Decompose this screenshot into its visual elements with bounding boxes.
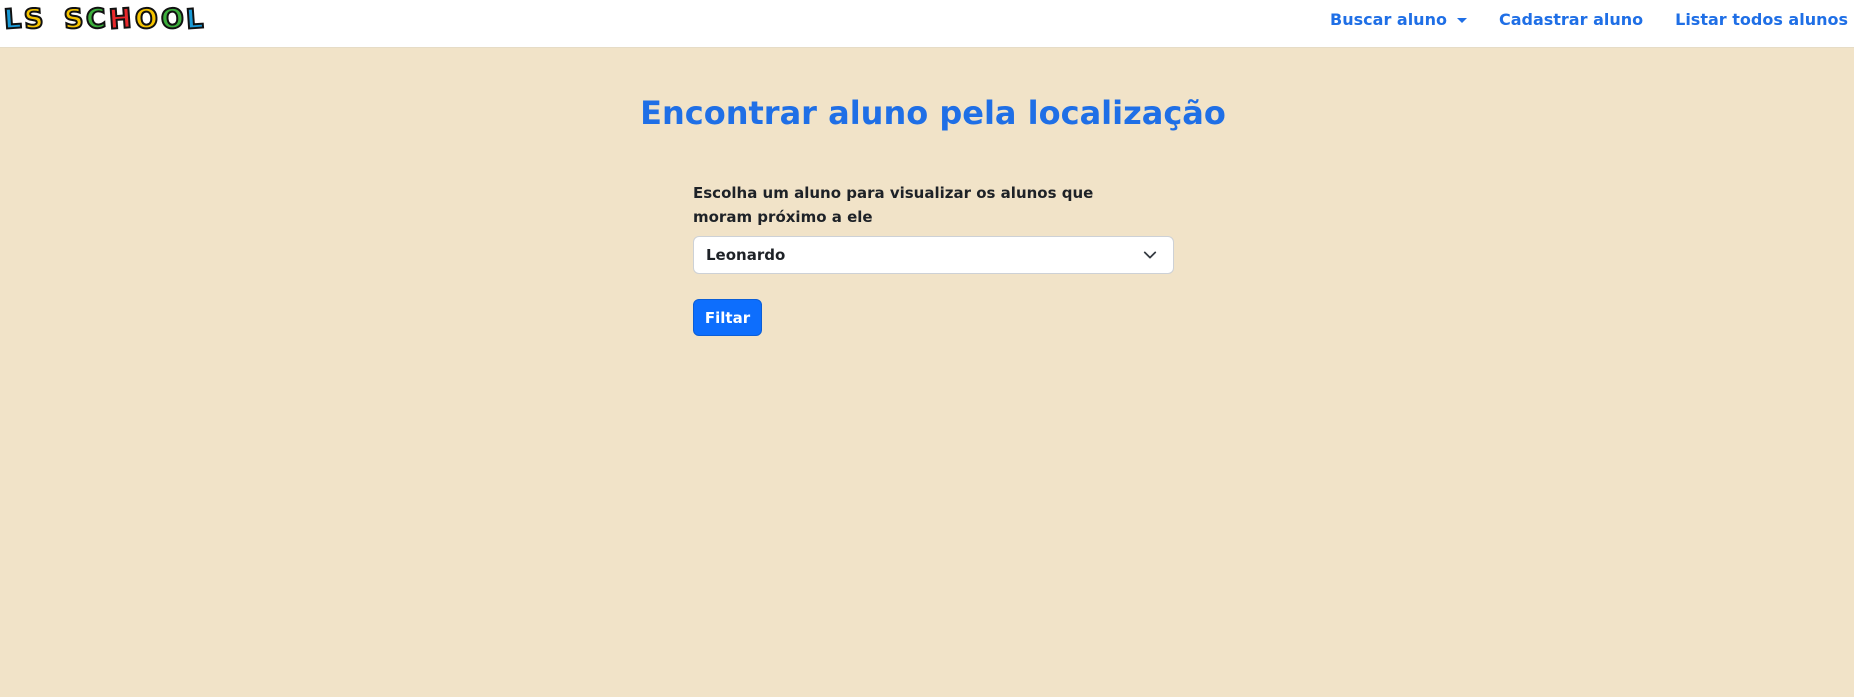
cadastrar-aluno-link[interactable]: Cadastrar aluno bbox=[1499, 10, 1643, 29]
page-title: Encontrar aluno pela localização bbox=[640, 94, 1226, 132]
logo-letter: S bbox=[22, 2, 46, 36]
student-select-value: Leonardo bbox=[706, 246, 786, 264]
logo-letter: S bbox=[62, 2, 86, 36]
logo-letter: L bbox=[184, 2, 205, 36]
nav-links: Buscar aluno Cadastrar aluno Listar todo… bbox=[1330, 0, 1848, 39]
filter-button[interactable]: Filtar bbox=[693, 299, 762, 336]
listar-todos-alunos-link[interactable]: Listar todos alunos bbox=[1675, 10, 1848, 29]
logo-letter: O bbox=[158, 2, 185, 37]
buscar-aluno-dropdown[interactable]: Buscar aluno bbox=[1330, 10, 1467, 29]
filter-form: Escolha um aluno para visualizar os alun… bbox=[693, 181, 1174, 336]
logo-letter: H bbox=[107, 2, 134, 37]
student-select[interactable]: Leonardo bbox=[693, 236, 1174, 274]
buscar-aluno-label: Buscar aluno bbox=[1330, 10, 1447, 29]
navbar: LSSCHOOL Buscar aluno Cadastrar aluno Li… bbox=[0, 0, 1854, 48]
logo-letter: C bbox=[84, 2, 108, 36]
brand-logo[interactable]: LSSCHOOL bbox=[2, 2, 206, 37]
student-select-label: Escolha um aluno para visualizar os alun… bbox=[693, 184, 1094, 226]
caret-down-icon bbox=[1456, 17, 1467, 23]
logo-letter: O bbox=[132, 2, 159, 37]
chevron-down-icon bbox=[1143, 251, 1157, 259]
logo-letter: L bbox=[2, 2, 23, 36]
